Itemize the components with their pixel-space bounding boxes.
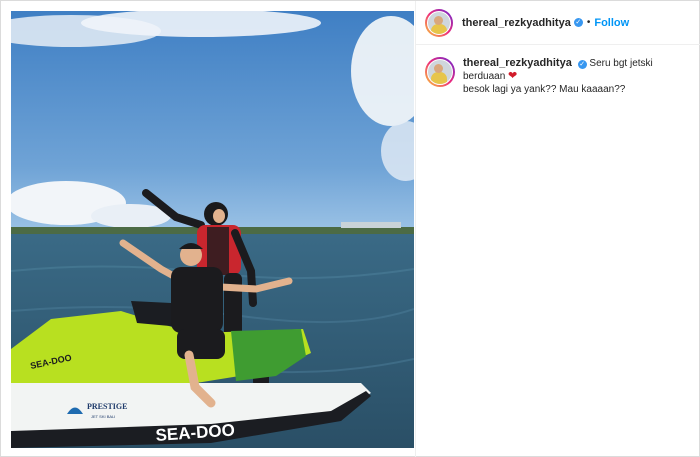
avatar[interactable] (425, 8, 453, 37)
caption-line-2: besok lagi ya yank?? Mau kaaaan?? (463, 84, 626, 95)
photo-dealer-name: PRESTIGE (87, 402, 127, 411)
caption-comment: thereal_rezkyadhitya ✓ Seru bgt jetski b… (425, 57, 695, 96)
caption-avatar-image (427, 59, 453, 85)
heart-icon: ❤ (508, 70, 518, 82)
header-username[interactable]: thereal_rezkyadhitya (462, 17, 571, 29)
caption-username[interactable]: thereal_rezkyadhitya (463, 57, 572, 69)
verified-icon: ✓ (573, 18, 583, 27)
post-frame: SEA-DOO SEA-DOO PRESTIGE JET SKI BALI th… (0, 0, 700, 457)
photo-dealer-sub: JET SKI BALI (91, 414, 115, 419)
post-sidebar: thereal_rezkyadhitya ✓ • Follow thereal_… (415, 1, 700, 457)
caption-verified-icon: ✓ (577, 60, 587, 69)
follow-button[interactable]: Follow (594, 17, 629, 29)
avatar-image (427, 10, 451, 35)
caption-avatar[interactable] (425, 57, 455, 87)
post-header: thereal_rezkyadhitya ✓ • Follow (416, 1, 700, 45)
separator-dot: • (586, 17, 591, 28)
post-photo[interactable]: SEA-DOO SEA-DOO PRESTIGE JET SKI BALI (11, 11, 414, 448)
jetski-photo-illustration: SEA-DOO SEA-DOO PRESTIGE JET SKI BALI (11, 11, 414, 448)
caption-text-block: thereal_rezkyadhitya ✓ Seru bgt jetski b… (463, 57, 695, 96)
